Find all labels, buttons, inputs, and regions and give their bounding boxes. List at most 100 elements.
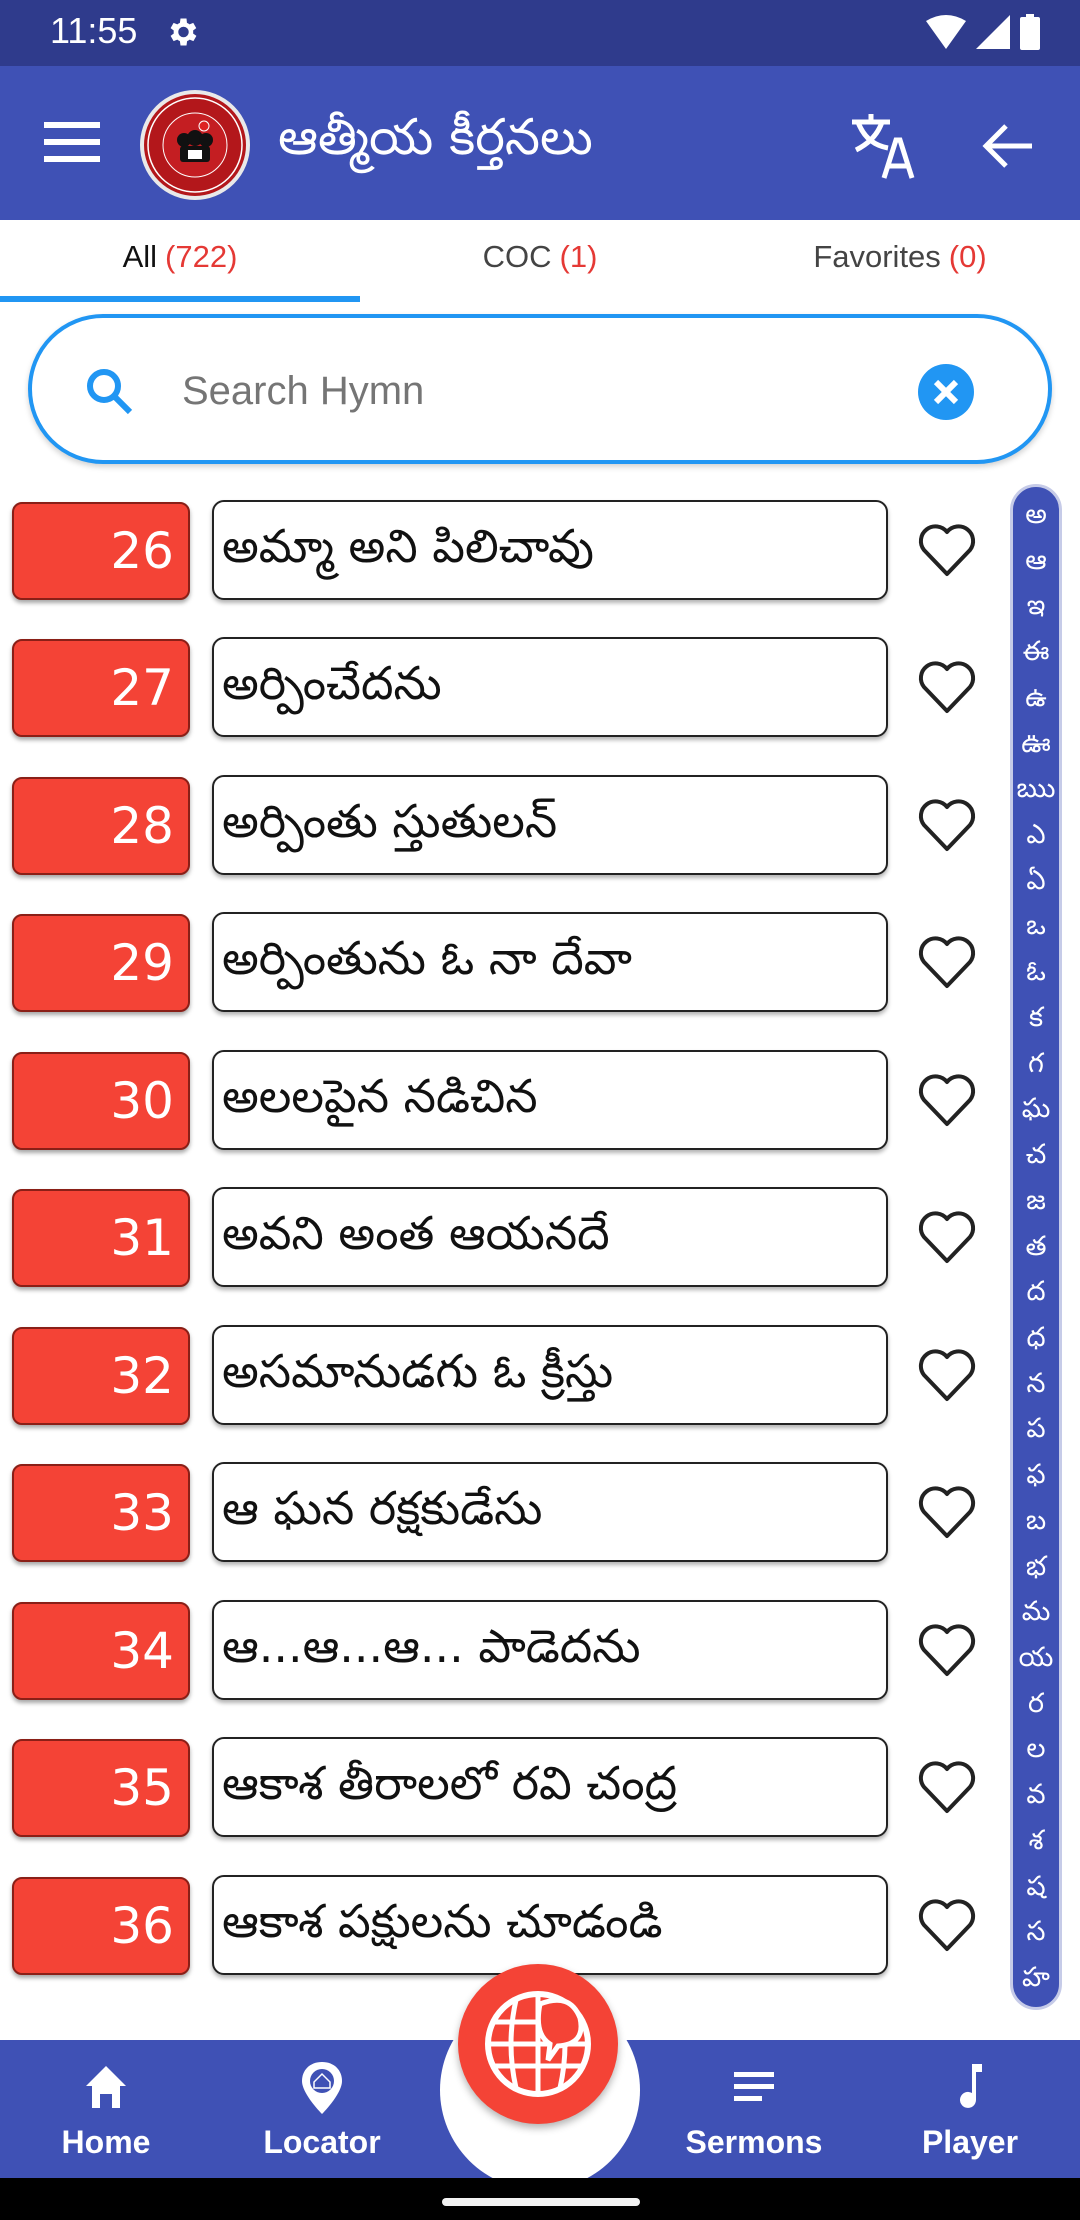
index-letter[interactable]: ఏ (1013, 859, 1059, 904)
index-letter[interactable]: ల (1013, 1727, 1059, 1772)
hymn-list-item[interactable]: 32 అసమానుడగు ఓ క్రీస్తు (0, 1315, 1000, 1453)
nav-sermons[interactable]: Sermons (654, 2040, 854, 2178)
tab-favorites-label: Favorites (813, 239, 941, 274)
tab-all[interactable]: All (722) (0, 220, 360, 304)
index-letter[interactable]: మ (1013, 1590, 1059, 1635)
index-letter[interactable]: క (1013, 996, 1059, 1041)
hymn-number-badge: 32 (12, 1326, 190, 1425)
favorite-heart-icon[interactable] (916, 1207, 978, 1269)
hymn-title[interactable]: అలలపైన నడిచిన (212, 1049, 888, 1150)
hymn-list-item[interactable]: 33 ఆ ఘన రక్షకుడేసు (0, 1452, 1000, 1590)
index-letter[interactable]: ఉ (1013, 676, 1059, 721)
index-letter[interactable]: ద (1013, 1270, 1059, 1315)
hymn-number-badge: 35 (12, 1739, 190, 1837)
hymn-list-item[interactable]: 30 అలలపైన నడిచిన (0, 1040, 1000, 1178)
index-letter[interactable]: ఎ (1013, 813, 1059, 858)
favorite-heart-icon[interactable] (916, 1345, 978, 1407)
hymn-list-item[interactable]: 29 అర్పింతును ఓ నా దేవా (0, 902, 1000, 1040)
clear-search-button[interactable] (918, 364, 974, 420)
index-letter[interactable]: ఈ (1013, 630, 1059, 675)
index-letter[interactable]: ఋ (1013, 767, 1059, 812)
index-letter[interactable]: స (1013, 1910, 1059, 1955)
churches-of-christ-logo-icon (147, 97, 243, 193)
index-letter[interactable]: ర (1013, 1682, 1059, 1727)
hymn-list-item[interactable]: 34 ఆ...ఆ...ఆ... పాడెదను (0, 1590, 1000, 1728)
index-letter[interactable]: ఫ (1013, 1453, 1059, 1498)
nav-sermons-label: Sermons (685, 2124, 823, 2160)
hymn-list-item[interactable]: 25 (0, 470, 1000, 490)
index-letter[interactable]: ఇ (1013, 584, 1059, 629)
index-letter[interactable]: శ (1013, 1819, 1059, 1864)
index-letter[interactable]: ప (1013, 1407, 1059, 1452)
tab-bar: All (722) COC (1) Favorites (0) (0, 220, 1080, 304)
hymn-list-item[interactable]: 28 అర్పింతు స్తుతులన్ (0, 765, 1000, 903)
hymn-title[interactable]: అర్పించేదను (212, 637, 888, 737)
tab-favorites-count: (0) (948, 239, 987, 274)
index-letter[interactable]: ష (1013, 1865, 1059, 1910)
index-letter[interactable]: య (1013, 1636, 1059, 1681)
favorite-heart-icon[interactable] (916, 1895, 978, 1957)
nav-home-label: Home (61, 2124, 151, 2160)
hymn-title[interactable]: ఆ...ఆ...ఆ... పాడెదను (212, 1599, 888, 1700)
hymn-list-item[interactable]: 31 అవని అంత ఆయనదే (0, 1177, 1000, 1315)
hymn-title[interactable]: అసమానుడగు ఓ క్రీస్తు (212, 1324, 888, 1425)
translate-icon[interactable] (848, 110, 918, 180)
home-icon (86, 2066, 126, 2108)
hymn-title[interactable]: అర్పింతును ఓ నా దేవా (212, 912, 888, 1012)
tab-favorites[interactable]: Favorites (0) (720, 220, 1080, 304)
favorite-heart-icon[interactable] (916, 932, 978, 994)
index-letter[interactable]: బ (1013, 1499, 1059, 1544)
favorite-heart-icon[interactable] (916, 1620, 978, 1682)
favorite-heart-icon[interactable] (916, 1070, 978, 1132)
index-letter[interactable]: హ (1013, 1956, 1059, 2001)
nav-hymns-label: Hymns (483, 2130, 596, 2171)
tab-coc[interactable]: COC (1) (360, 220, 720, 304)
index-letter[interactable]: న (1013, 1362, 1059, 1407)
index-letter[interactable]: వ (1013, 1773, 1059, 1818)
search-input[interactable] (182, 356, 882, 426)
index-letter[interactable]: జ (1013, 1179, 1059, 1224)
hymn-number-badge: 27 (12, 639, 190, 737)
index-letter[interactable]: ఆ (1013, 539, 1059, 584)
hymn-list-item[interactable]: 35 ఆకాశ తీరాలలో రవి చంద్ర (0, 1727, 1000, 1865)
home-gesture-pill[interactable] (442, 2198, 640, 2206)
index-letter[interactable]: అ (1013, 493, 1059, 538)
hymn-list-item[interactable]: 26 అమ్మా అని పిలిచావు (0, 490, 1000, 628)
hymn-number-badge: 34 (12, 1601, 190, 1700)
favorite-heart-icon[interactable] (916, 1757, 978, 1819)
back-arrow-icon[interactable] (982, 120, 1034, 172)
nav-home[interactable]: Home (6, 2040, 206, 2178)
index-letter[interactable]: ఘ (1013, 1087, 1059, 1132)
hymn-title[interactable]: ఆ ఘన రక్షకుడేసు (212, 1462, 888, 1562)
index-letter[interactable]: చ (1013, 1133, 1059, 1178)
hymn-number-badge: 26 (12, 501, 190, 600)
index-letter[interactable]: త (1013, 1225, 1059, 1270)
favorite-heart-icon[interactable] (916, 657, 978, 719)
hymn-title[interactable]: అమ్మా అని పిలిచావు (212, 499, 888, 600)
nav-player[interactable]: Player (870, 2040, 1070, 2178)
index-letter[interactable]: ఓ (1013, 950, 1059, 995)
hymn-list-item[interactable]: 27 అర్పించేదను (0, 627, 1000, 765)
nav-locator[interactable]: Locator (222, 2040, 422, 2178)
hymn-number-badge: 33 (12, 1464, 190, 1562)
app-title: ఆత్మీయ కీర్తనలు (278, 108, 593, 166)
app-bar: ఆత్మీయ కీర్తనలు (0, 66, 1080, 220)
favorite-heart-icon[interactable] (916, 795, 978, 857)
favorite-heart-icon[interactable] (916, 1482, 978, 1544)
close-icon (933, 379, 959, 405)
index-letter[interactable]: ఒ (1013, 904, 1059, 949)
favorite-heart-icon[interactable] (916, 520, 978, 582)
status-bar: 11:55 (0, 0, 1080, 66)
hymn-title[interactable]: ఆకాశ పక్షులను చూడండి (212, 1874, 888, 1975)
hymn-title[interactable]: అవని అంత ఆయనదే (212, 1187, 888, 1287)
alphabet-index-scrollbar[interactable]: అఆఇఈఉఊఋఎఏఒఓకగఘచజతదధనపఫబభమయరలవశషసహ (1010, 484, 1062, 2010)
hymn-title[interactable]: ఆకాశ తీరాలలో రవి చంద్ర (212, 1737, 888, 1837)
index-letter[interactable]: ఊ (1013, 722, 1059, 767)
menu-icon[interactable] (44, 118, 100, 166)
index-letter[interactable]: గ (1013, 1042, 1059, 1087)
hymn-title[interactable]: అర్పింతు స్తుతులన్ (212, 774, 888, 875)
index-letter[interactable]: ధ (1013, 1316, 1059, 1361)
hymn-list[interactable]: 2526అమ్మా అని పిలిచావు27అర్పించేదను28అర్… (0, 470, 1000, 2010)
nav-hymns[interactable] (458, 1964, 618, 2124)
index-letter[interactable]: భ (1013, 1545, 1059, 1590)
